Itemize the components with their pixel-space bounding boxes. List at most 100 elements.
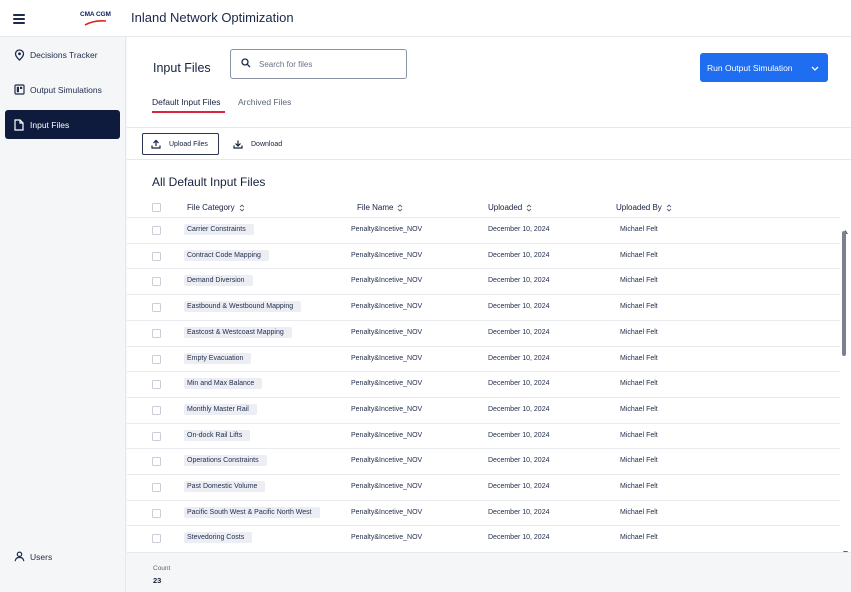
column-header-uploaded[interactable]: Uploaded bbox=[488, 203, 532, 212]
table-row[interactable]: On-dock Rail Lifts Penalty&Incetive_NOV … bbox=[127, 422, 840, 449]
top-bar: CMA CGM Inland Network Optimization bbox=[0, 0, 851, 37]
download-button[interactable]: Download bbox=[233, 133, 282, 155]
sort-icon[interactable] bbox=[666, 203, 672, 212]
file-name-cell: Penalty&Incetive_NOV bbox=[351, 354, 423, 362]
download-label: Download bbox=[251, 140, 283, 148]
table-row[interactable]: Demand Diversion Penalty&Incetive_NOV De… bbox=[127, 268, 840, 294]
row-checkbox[interactable] bbox=[152, 380, 161, 390]
column-header-label: File Category bbox=[187, 203, 235, 212]
table-row[interactable]: Contract Code Mapping Penalty&Incetive_N… bbox=[127, 242, 840, 269]
file-category-chip: Contract Code Mapping bbox=[184, 249, 269, 261]
column-header-file-name[interactable]: File Name bbox=[357, 203, 403, 212]
sort-icon[interactable] bbox=[526, 203, 532, 212]
divider bbox=[127, 127, 851, 128]
uploaded-by-cell: Michael Felt bbox=[620, 380, 658, 388]
sidebar-item-label: Decisions Tracker bbox=[30, 49, 98, 60]
row-checkbox[interactable] bbox=[152, 457, 161, 467]
uploaded-date-cell: December 10, 2024 bbox=[488, 534, 550, 542]
table-row[interactable]: Pacific South West & Pacific North West … bbox=[127, 499, 840, 526]
sort-icon[interactable] bbox=[397, 203, 403, 212]
download-icon bbox=[233, 139, 243, 149]
row-checkbox[interactable] bbox=[152, 328, 161, 338]
upload-label: Upload Files bbox=[169, 140, 208, 148]
sort-icon[interactable] bbox=[239, 203, 245, 212]
page-title: Input Files bbox=[153, 61, 211, 75]
chevron-down-icon[interactable] bbox=[811, 64, 819, 74]
file-category-chip: Past Domestic Volume bbox=[184, 481, 266, 492]
upload-icon bbox=[151, 139, 161, 149]
sidebar-item-input-files[interactable]: Input Files bbox=[5, 110, 120, 139]
table-row[interactable]: Stevedoring Costs Penalty&Incetive_NOV D… bbox=[127, 525, 840, 551]
table-row[interactable]: Past Domestic Volume Penalty&Incetive_NO… bbox=[127, 474, 840, 500]
sidebar-item-label: Output Simulations bbox=[30, 84, 102, 95]
file-category-chip: Eastbound & Westbound Mapping bbox=[184, 301, 302, 313]
table-row[interactable]: Carrier Constraints Penalty&Incetive_NOV… bbox=[127, 217, 840, 243]
row-checkbox[interactable] bbox=[152, 405, 161, 415]
sidebar-item-decisions-tracker[interactable]: Decisions Tracker bbox=[5, 40, 120, 69]
uploaded-by-cell: Michael Felt bbox=[620, 534, 658, 542]
file-name-cell: Penalty&Incetive_NOV bbox=[351, 303, 423, 311]
file-category-chip: Stevedoring Costs bbox=[184, 532, 253, 544]
row-checkbox[interactable] bbox=[152, 534, 161, 544]
uploaded-by-cell: Michael Felt bbox=[620, 328, 658, 336]
table-row[interactable]: Min and Max Balance Penalty&Incetive_NOV… bbox=[127, 371, 840, 397]
uploaded-date-cell: December 10, 2024 bbox=[488, 380, 550, 388]
sidebar-item-users[interactable]: Users bbox=[5, 542, 120, 571]
app-title: Inland Network Optimization bbox=[131, 10, 294, 25]
uploaded-date-cell: December 10, 2024 bbox=[488, 483, 550, 490]
scrollbar-thumb[interactable] bbox=[842, 231, 846, 356]
file-name-cell: Penalty&Incetive_NOV bbox=[351, 380, 423, 388]
file-category-chip: Demand Diversion bbox=[184, 275, 253, 287]
row-checkbox[interactable] bbox=[152, 508, 161, 518]
file-category-chip: On-dock Rail Lifts bbox=[184, 429, 251, 441]
uploaded-date-cell: December 10, 2024 bbox=[488, 277, 550, 285]
uploaded-date-cell: December 10, 2024 bbox=[488, 251, 550, 259]
sidebar-item-label: Input Files bbox=[30, 119, 70, 130]
file-category-chip: Pacific South West & Pacific North West bbox=[184, 506, 320, 518]
uploaded-by-cell: Michael Felt bbox=[620, 226, 658, 233]
hamburger-menu-icon[interactable] bbox=[13, 14, 25, 24]
sidebar-item-label: Users bbox=[30, 551, 53, 562]
dashboard-icon bbox=[13, 84, 25, 96]
uploaded-by-cell: Michael Felt bbox=[620, 405, 658, 413]
table-row[interactable]: Empty Evacuation Penalty&Incetive_NOV De… bbox=[127, 345, 840, 372]
row-checkbox[interactable] bbox=[152, 483, 161, 492]
sidebar-item-output-simulations[interactable]: Output Simulations bbox=[5, 75, 120, 104]
row-checkbox[interactable] bbox=[152, 354, 161, 364]
search-box[interactable] bbox=[230, 49, 407, 79]
count-label: Count bbox=[153, 565, 171, 572]
uploaded-date-cell: December 10, 2024 bbox=[488, 508, 550, 516]
row-checkbox[interactable] bbox=[152, 251, 161, 261]
uploaded-date-cell: December 10, 2024 bbox=[488, 354, 550, 362]
search-input[interactable] bbox=[259, 59, 399, 69]
file-name-cell: Penalty&Incetive_NOV bbox=[351, 534, 423, 542]
row-checkbox[interactable] bbox=[152, 303, 161, 313]
table-row[interactable]: Eastbound & Westbound Mapping Penalty&In… bbox=[127, 294, 840, 320]
row-checkbox[interactable] bbox=[152, 277, 161, 287]
upload-files-button[interactable]: Upload Files bbox=[142, 133, 219, 155]
table-row[interactable]: Eastcost & Westcoast Mapping Penalty&Inc… bbox=[127, 319, 840, 346]
uploaded-by-cell: Michael Felt bbox=[620, 431, 658, 439]
uploaded-by-cell: Michael Felt bbox=[620, 457, 658, 465]
tab-default-input-files[interactable]: Default Input Files bbox=[152, 97, 221, 107]
table-footer: Count 23 bbox=[127, 552, 851, 592]
uploaded-date-cell: December 10, 2024 bbox=[488, 328, 550, 336]
active-tab-indicator bbox=[152, 111, 225, 113]
column-header-uploaded-by[interactable]: Uploaded By bbox=[616, 203, 672, 212]
file-name-cell: Penalty&Incetive_NOV bbox=[351, 431, 423, 439]
file-icon bbox=[13, 118, 25, 131]
column-header-file-category[interactable]: File Category bbox=[187, 203, 245, 212]
table-row[interactable]: Monthly Master Rail Penalty&Incetive_NOV… bbox=[127, 396, 840, 423]
uploaded-date-cell: December 10, 2024 bbox=[488, 226, 550, 233]
divider bbox=[127, 159, 851, 160]
tab-archived-files[interactable]: Archived Files bbox=[238, 97, 291, 107]
table-scrollbar[interactable] bbox=[840, 217, 850, 555]
run-output-simulation-button[interactable]: Run Output Simulation bbox=[700, 53, 828, 82]
row-checkbox[interactable] bbox=[152, 226, 161, 235]
section-title: All Default Input Files bbox=[152, 175, 266, 189]
user-icon bbox=[13, 551, 25, 563]
row-checkbox[interactable] bbox=[152, 431, 161, 441]
select-all-checkbox[interactable] bbox=[152, 203, 161, 212]
table-row[interactable]: Operations Constraints Penalty&Incetive_… bbox=[127, 448, 840, 474]
file-table-body: Carrier Constraints Penalty&Incetive_NOV… bbox=[127, 217, 840, 551]
